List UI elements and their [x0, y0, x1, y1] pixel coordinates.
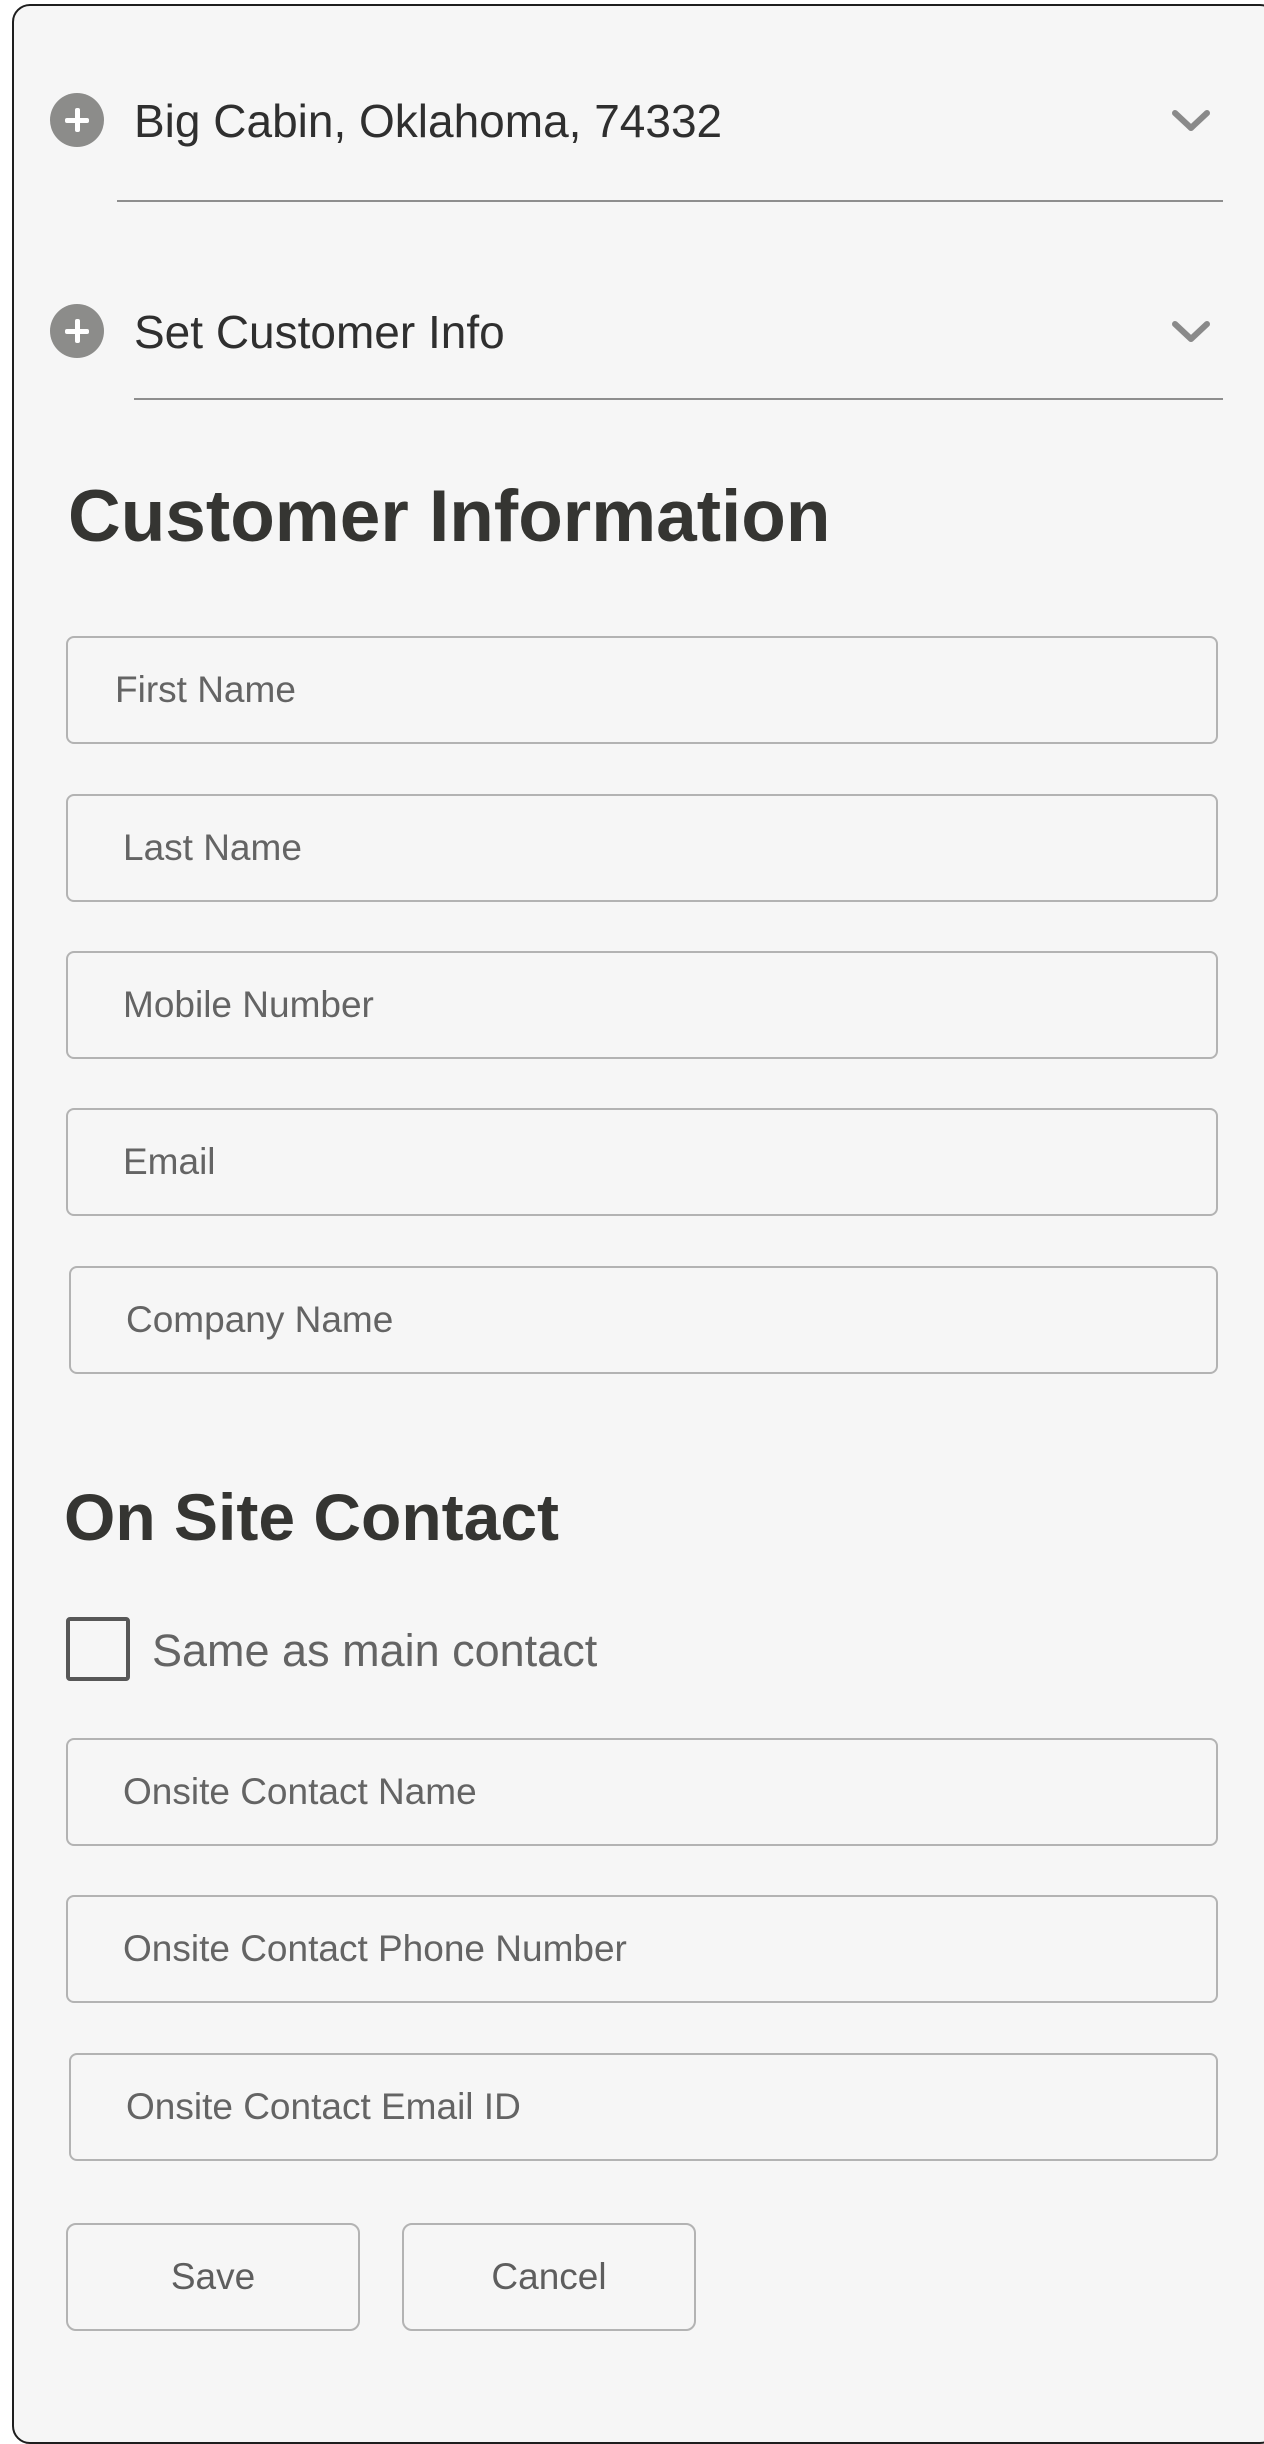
save-button[interactable]: Save — [66, 2223, 360, 2331]
first-name-input[interactable] — [68, 638, 1216, 742]
onsite-contact-email-field[interactable] — [69, 2053, 1218, 2161]
onsite-contact-email-input[interactable] — [71, 2055, 1216, 2159]
customer-info-accordion[interactable]: Set Customer Info — [0, 276, 1264, 386]
plus-circle-icon[interactable] — [50, 304, 104, 358]
mobile-number-input[interactable] — [68, 953, 1216, 1057]
onsite-contact-name-field[interactable] — [66, 1738, 1218, 1846]
mobile-number-field[interactable] — [66, 951, 1218, 1059]
onsite-contact-name-input[interactable] — [68, 1740, 1216, 1844]
company-name-input[interactable] — [71, 1268, 1216, 1372]
last-name-input[interactable] — [68, 796, 1216, 900]
chevron-down-icon[interactable] — [1171, 109, 1211, 133]
divider — [117, 200, 1223, 202]
onsite-contact-title: On Site Contact — [64, 1480, 560, 1554]
location-accordion-label: Big Cabin, Oklahoma, 74332 — [134, 95, 723, 147]
same-as-main-label[interactable]: Same as main contact — [152, 1628, 597, 1673]
cancel-button[interactable]: Cancel — [402, 2223, 696, 2331]
plus-circle-icon[interactable] — [50, 93, 104, 147]
customer-info-accordion-label: Set Customer Info — [134, 306, 505, 358]
email-field[interactable] — [66, 1108, 1218, 1216]
customer-info-title: Customer Information — [68, 476, 831, 557]
same-as-main-checkbox[interactable] — [66, 1617, 130, 1681]
email-input[interactable] — [68, 1110, 1216, 1214]
location-accordion[interactable]: Big Cabin, Oklahoma, 74332 — [0, 65, 1264, 175]
onsite-contact-phone-field[interactable] — [66, 1895, 1218, 2003]
company-name-field[interactable] — [69, 1266, 1218, 1374]
first-name-field[interactable] — [66, 636, 1218, 744]
chevron-down-icon[interactable] — [1171, 320, 1211, 344]
last-name-field[interactable] — [66, 794, 1218, 902]
divider — [134, 398, 1223, 400]
onsite-contact-phone-input[interactable] — [68, 1897, 1216, 2001]
